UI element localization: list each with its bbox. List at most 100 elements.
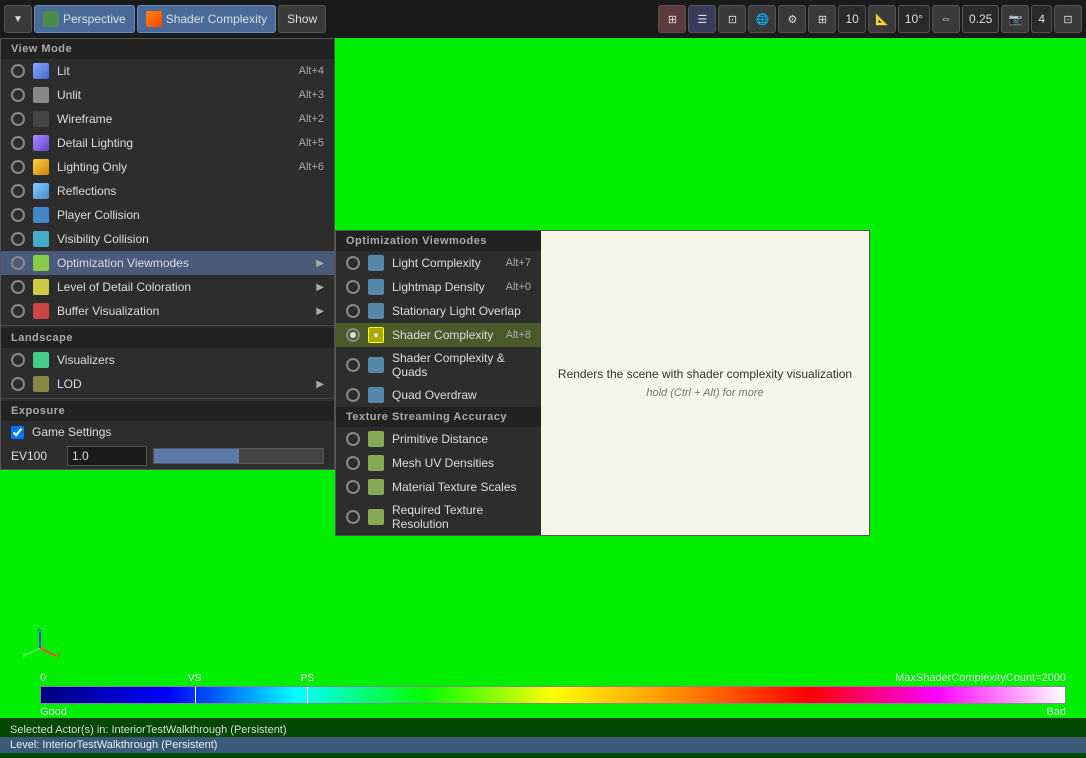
- radio-lod-coloration: [11, 280, 25, 294]
- ev100-slider-fill: [154, 449, 239, 463]
- lit-icon: [33, 63, 49, 79]
- primitive-distance-label: Primitive Distance: [392, 432, 531, 446]
- toolbar-icon-globe[interactable]: 🌐: [748, 5, 776, 33]
- quad-overdraw-icon: [368, 387, 384, 403]
- toolbar-icon-gear[interactable]: ⚙: [778, 5, 806, 33]
- buffer-visualization-icon: [33, 303, 49, 319]
- perspective-icon: [43, 11, 59, 27]
- lod-icon: [33, 376, 49, 392]
- menu-item-visualizers[interactable]: Visualizers: [1, 348, 334, 372]
- dropdown-arrow-btn[interactable]: ▼: [4, 5, 32, 33]
- shader-complexity-label: Shader Complexity: [166, 12, 267, 26]
- radio-mesh-uv: [346, 456, 360, 470]
- detail-lighting-shortcut: Alt+5: [299, 137, 324, 149]
- reflections-icon: [33, 183, 49, 199]
- game-settings-row: Game Settings: [1, 421, 334, 443]
- toolbar-right: ⊞ ☰ ⊡ 🌐 ⚙ ⊞ 10 📐 10° ⇔ 0.25 📷 4 ⊡: [658, 5, 1082, 33]
- toolbar-icon-angle[interactable]: 📐: [868, 5, 896, 33]
- menu-item-buffer-visualization[interactable]: Buffer Visualization ▶: [1, 299, 334, 323]
- game-settings-label: Game Settings: [32, 425, 111, 439]
- radio-lighting: [11, 160, 25, 174]
- detail-lighting-label: Detail Lighting: [57, 136, 291, 150]
- lighting-only-label: Lighting Only: [57, 160, 291, 174]
- menu-item-lod-coloration[interactable]: Level of Detail Coloration ▶: [1, 275, 334, 299]
- radio-visibility-collision: [11, 232, 25, 246]
- radio-shader-quads: [346, 358, 360, 372]
- show-button[interactable]: Show: [278, 5, 326, 33]
- shader-complexity-button[interactable]: Shader Complexity: [137, 5, 276, 33]
- wireframe-icon: [33, 111, 49, 127]
- toolbar-icon-expand[interactable]: ⊡: [1054, 5, 1082, 33]
- submenu-material-texture[interactable]: Material Texture Scales: [336, 475, 541, 499]
- submenu-primitive-distance[interactable]: Primitive Distance: [336, 427, 541, 451]
- primitive-distance-icon: [368, 431, 384, 447]
- submenu-quad-overdraw[interactable]: Quad Overdraw: [336, 383, 541, 407]
- toolbar-icon-3[interactable]: ⊡: [718, 5, 746, 33]
- landscape-header: Landscape: [1, 328, 334, 348]
- radio-material-texture: [346, 480, 360, 494]
- toolbar-icon-scale[interactable]: ⇔: [932, 5, 960, 33]
- shader-quads-icon: [368, 357, 384, 373]
- submenu-mesh-uv[interactable]: Mesh UV Densities: [336, 451, 541, 475]
- toolbar-icon-grid[interactable]: ⊞: [808, 5, 836, 33]
- vs-marker: VS: [195, 687, 196, 703]
- menu-item-optimization[interactable]: Optimization Viewmodes ▶: [1, 251, 334, 275]
- submenu-shader-complexity-quads[interactable]: Shader Complexity & Quads: [336, 347, 541, 383]
- menu-item-wireframe[interactable]: Wireframe Alt+2: [1, 107, 334, 131]
- status-bar: 0 MaxShaderComplexityCount=2000 VS PS Go…: [0, 688, 1086, 758]
- menu-item-lighting-only[interactable]: Lighting Only Alt+6: [1, 155, 334, 179]
- lit-label: Lit: [57, 64, 291, 78]
- menu-item-player-collision[interactable]: Player Collision: [1, 203, 334, 227]
- game-settings-checkbox[interactable]: [11, 426, 24, 439]
- submenu-lightmap-density[interactable]: Lightmap Density Alt+0: [336, 275, 541, 299]
- submenu-shader-complexity[interactable]: ● Shader Complexity Alt+8: [336, 323, 541, 347]
- radio-detail: [11, 136, 25, 150]
- submenu-stationary-light[interactable]: Stationary Light Overlap: [336, 299, 541, 323]
- count-value: 4: [1031, 5, 1052, 33]
- ev100-slider[interactable]: [153, 448, 324, 464]
- radio-quad-overdraw: [346, 388, 360, 402]
- mesh-uv-label: Mesh UV Densities: [392, 456, 531, 470]
- radio-required-texture: [346, 510, 360, 524]
- toolbar-icon-cam[interactable]: 📷: [1001, 5, 1029, 33]
- unlit-shortcut: Alt+3: [299, 89, 324, 101]
- svg-text:Z: Z: [37, 628, 42, 633]
- view-mode-menu: View Mode Lit Alt+4 Unlit Alt+3 Wirefram…: [0, 38, 335, 470]
- detail-lighting-icon: [33, 135, 49, 151]
- lod-coloration-label: Level of Detail Coloration: [57, 280, 312, 294]
- svg-text:Y: Y: [21, 651, 27, 660]
- menu-item-visibility-collision[interactable]: Visibility Collision: [1, 227, 334, 251]
- optimization-label: Optimization Viewmodes: [57, 256, 312, 270]
- view-mode-header: View Mode: [1, 39, 334, 59]
- submenu-required-texture[interactable]: Required Texture Resolution: [336, 499, 541, 535]
- toolbar-icon-2[interactable]: ☰: [688, 5, 716, 33]
- reflections-label: Reflections: [57, 184, 324, 198]
- menu-item-unlit[interactable]: Unlit Alt+3: [1, 83, 334, 107]
- shader-tooltip-panel: Renders the scene with shader complexity…: [541, 231, 869, 535]
- shader-submenu-items: Optimization Viewmodes Light Complexity …: [336, 231, 541, 535]
- buffer-arrow: ▶: [316, 306, 324, 317]
- visibility-collision-icon: [33, 231, 49, 247]
- submenu-light-complexity[interactable]: Light Complexity Alt+7: [336, 251, 541, 275]
- menu-item-reflections[interactable]: Reflections: [1, 179, 334, 203]
- toolbar-icon-1[interactable]: ⊞: [658, 5, 686, 33]
- radio-visualizers: [11, 353, 25, 367]
- lightmap-density-label: Lightmap Density: [392, 280, 498, 294]
- menu-divider-2: [1, 398, 334, 399]
- material-texture-label: Material Texture Scales: [392, 480, 531, 494]
- menu-item-lod[interactable]: LOD ▶: [1, 372, 334, 396]
- light-complexity-label: Light Complexity: [392, 256, 498, 270]
- complexity-labels: Good Bad: [40, 706, 1066, 718]
- axes-indicator: X Y Z: [20, 628, 60, 668]
- wireframe-label: Wireframe: [57, 112, 291, 126]
- lod-coloration-icon: [33, 279, 49, 295]
- lightmap-density-shortcut: Alt+0: [506, 281, 531, 293]
- lighting-only-icon: [33, 159, 49, 175]
- perspective-button[interactable]: Perspective: [34, 5, 135, 33]
- menu-item-lit[interactable]: Lit Alt+4: [1, 59, 334, 83]
- lod-label: LOD: [57, 377, 312, 391]
- menu-item-detail-lighting[interactable]: Detail Lighting Alt+5: [1, 131, 334, 155]
- scale-value: 0.25: [962, 5, 999, 33]
- vs-label: VS: [188, 673, 201, 684]
- ev100-input[interactable]: [67, 446, 147, 466]
